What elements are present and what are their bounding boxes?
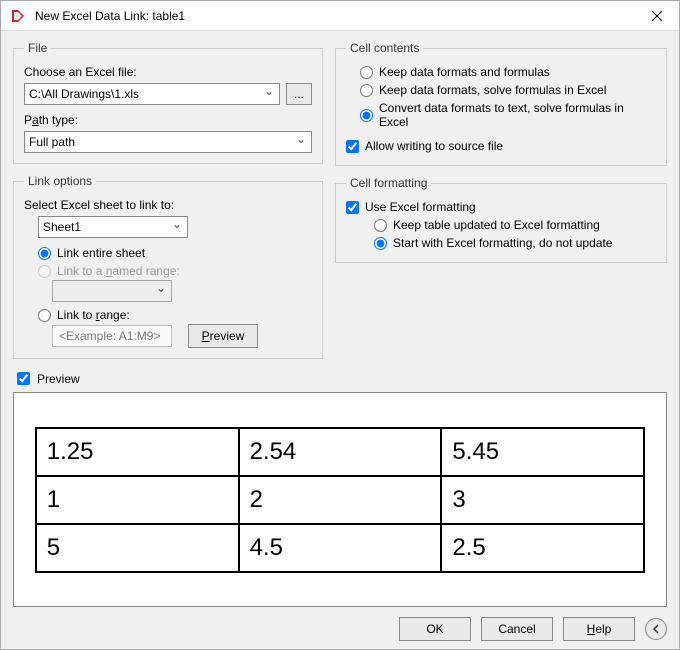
file-legend: File [24,41,51,55]
keep-updated-radio[interactable]: Keep table updated to Excel formatting [374,218,656,232]
close-button[interactable] [637,2,677,30]
sheet-select[interactable]: Sheet1 [38,216,188,238]
preview-checkbox[interactable]: Preview [13,369,667,388]
link-options-group: Link options Select Excel sheet to link … [13,174,323,359]
allow-write-check[interactable]: Allow writing to source file [346,139,656,153]
table-row: 1 2 3 [36,476,645,524]
table-cell: 3 [441,476,644,524]
dialog-window: New Excel Data Link: table1 File Choose … [0,0,680,650]
link-to-range-radio[interactable]: Link to range: [38,308,312,322]
dialog-body: File Choose an Excel file: C:\All Drawin… [1,31,679,649]
table-cell: 1 [36,476,239,524]
table-cell: 2 [239,476,442,524]
keep-formats-radio[interactable]: Keep data formats and formulas [360,65,656,79]
window-title: New Excel Data Link: table1 [35,9,637,23]
use-excel-formatting-check[interactable]: Use Excel formatting [346,200,656,214]
table-cell: 1.25 [36,428,239,476]
browse-button[interactable]: ... [286,83,312,105]
app-icon [9,7,27,25]
cell-contents-legend: Cell contents [346,41,423,55]
path-type-combo[interactable]: Full path [24,131,312,153]
preview-table: 1.25 2.54 5.45 1 2 3 5 4.5 2.5 [35,427,646,573]
cancel-button[interactable]: Cancel [481,617,553,641]
table-cell: 5 [36,524,239,572]
table-row: 1.25 2.54 5.45 [36,428,645,476]
preview-pane: 1.25 2.54 5.45 1 2 3 5 4.5 2.5 [13,392,667,607]
chevron-left-icon [651,624,661,634]
select-sheet-label: Select Excel sheet to link to: [24,198,312,212]
file-group: File Choose an Excel file: C:\All Drawin… [13,41,323,164]
cell-formatting-legend: Cell formatting [346,176,431,190]
choose-file-label: Choose an Excel file: [24,65,312,79]
keep-solve-radio[interactable]: Keep data formats, solve formulas in Exc… [360,83,656,97]
link-options-legend: Link options [24,174,96,188]
start-with-radio[interactable]: Start with Excel formatting, do not upda… [374,236,656,250]
table-cell: 5.45 [441,428,644,476]
table-cell: 4.5 [239,524,442,572]
help-button[interactable]: Help [563,617,635,641]
table-cell: 2.5 [441,524,644,572]
range-input [52,325,172,347]
convert-radio[interactable]: Convert data formats to text, solve form… [360,101,656,129]
cell-formatting-group: Cell formatting Use Excel formatting Kee… [335,176,667,263]
close-icon [652,11,662,21]
file-path-combo[interactable]: C:\All Drawings\1.xls [24,83,280,105]
preview-range-button[interactable]: Preview [188,324,258,348]
titlebar: New Excel Data Link: table1 [1,1,679,31]
expand-button[interactable] [645,618,667,640]
path-type-label: Path type: [24,113,78,127]
link-entire-radio[interactable]: Link entire sheet [38,246,312,260]
cell-contents-group: Cell contents Keep data formats and form… [335,41,667,166]
table-cell: 2.54 [239,428,442,476]
ok-button[interactable]: OK [399,617,471,641]
named-range-select [52,280,172,302]
link-named-range-radio: Link to a named range: [38,264,312,278]
footer: OK Cancel Help [13,607,667,641]
table-row: 5 4.5 2.5 [36,524,645,572]
